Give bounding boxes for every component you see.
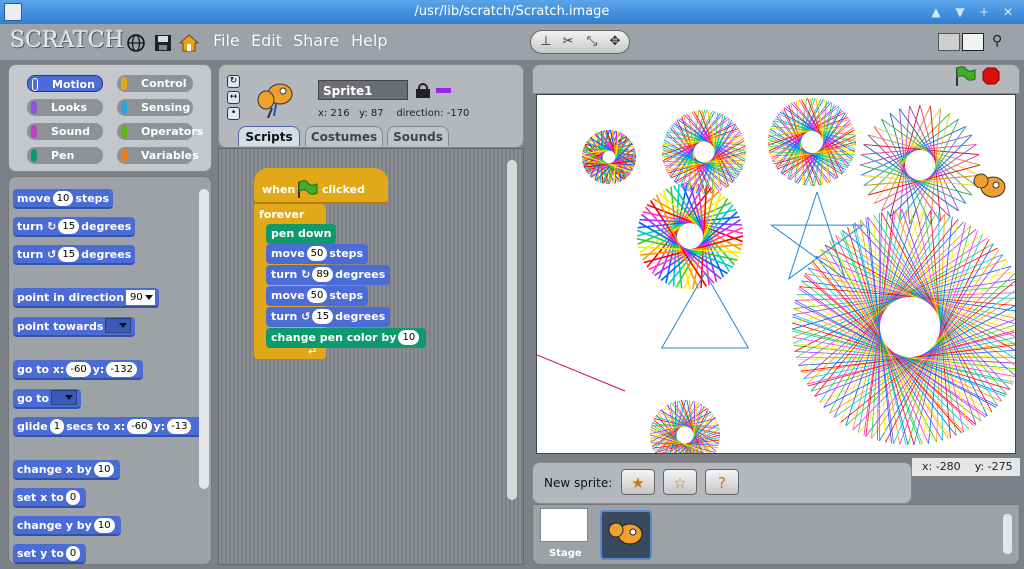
rotate-style-icon[interactable]: ↻ <box>227 75 240 88</box>
save-icon[interactable] <box>153 33 173 53</box>
normal-stage-button[interactable] <box>962 33 984 51</box>
pen-drawing <box>537 97 1015 453</box>
green-flag-icon <box>298 180 318 198</box>
block-change-y[interactable]: change y by 10 <box>13 516 121 536</box>
sprite-name-field[interactable]: Sprite1 <box>318 80 408 100</box>
tab-costumes[interactable]: Costumes <box>305 126 383 146</box>
grow-icon[interactable]: ⤡ <box>581 33 603 51</box>
stage-thumbnail[interactable] <box>540 508 588 542</box>
sprite1-thumbnail-icon <box>608 522 643 545</box>
maximize-button[interactable]: + <box>974 3 994 21</box>
random-sprite-icon[interactable]: ? <box>705 469 739 495</box>
globe-icon[interactable] <box>126 33 146 53</box>
when-flag-clicked-block[interactable]: when clicked <box>254 168 388 204</box>
shrink-icon[interactable]: ✥ <box>604 33 626 51</box>
category-sensing[interactable]: Sensing <box>117 99 193 116</box>
move-50-block-2[interactable]: move 50 steps <box>266 286 369 306</box>
block-glide[interactable]: glide 1 secs to x: -60 y: -13 <box>13 417 208 437</box>
new-sprite-label: New sprite: <box>544 476 613 490</box>
mouse-coords: x: -280 y: -275 <box>912 458 1020 476</box>
hat-label-when: when <box>262 183 296 196</box>
block-go-to[interactable]: go to <box>13 389 82 409</box>
app-icon <box>4 3 22 21</box>
sprite-on-stage[interactable] <box>971 169 1011 203</box>
pen-color-swatch <box>436 88 451 93</box>
scripts-scrollbar[interactable] <box>507 160 517 500</box>
scratch-logo: SCRATCH <box>10 28 124 53</box>
close-button[interactable]: ✕ <box>998 3 1018 21</box>
category-looks[interactable]: Looks <box>27 99 103 116</box>
forever-label: forever <box>259 208 305 221</box>
palette-scrollbar[interactable] <box>199 189 209 489</box>
hat-label-clicked: clicked <box>322 183 365 196</box>
change-pen-color-block[interactable]: change pen color by 10 <box>266 328 427 348</box>
block-point-in-direction[interactable]: point in direction 90 <box>13 288 159 308</box>
window-title: /usr/lib/scratch/Scratch.image <box>414 4 610 19</box>
sprite-tools: ⊥ ✂ ⤡ ✥ <box>530 30 630 54</box>
small-stage-button[interactable] <box>938 33 960 51</box>
stage[interactable] <box>536 94 1016 454</box>
move-50-block[interactable]: move 50 steps <box>266 244 369 264</box>
share-icon[interactable] <box>179 33 199 53</box>
sprite1-thumbnail[interactable] <box>600 510 652 560</box>
category-variables[interactable]: Variables <box>117 147 199 164</box>
choose-sprite-file-icon[interactable]: ☆ <box>663 469 697 495</box>
category-control[interactable]: Control <box>117 75 193 92</box>
tab-scripts[interactable]: Scripts <box>238 126 300 146</box>
stage-label: Stage <box>549 548 582 559</box>
category-motion[interactable]: Motion <box>27 75 103 92</box>
flip-style-icon[interactable]: ↔ <box>227 91 240 104</box>
category-operators[interactable]: Operators <box>117 123 203 140</box>
window-titlebar: /usr/lib/scratch/Scratch.image ▲ ▼ + ✕ <box>0 0 1024 24</box>
category-pen[interactable]: Pen <box>27 147 103 164</box>
green-flag-button[interactable] <box>954 66 976 86</box>
block-set-x[interactable]: set x to 0 <box>13 488 87 508</box>
pen-stroke <box>873 126 941 222</box>
stage-header <box>532 64 1020 94</box>
menu-share[interactable]: Share <box>293 31 339 50</box>
paint-new-sprite-icon[interactable]: ★ <box>621 469 655 495</box>
category-selector: Motion Control Looks Sensing Sound Opera… <box>8 64 212 172</box>
pen-line <box>537 354 626 392</box>
block-palette: move 10 steps turn ↻ 15 degrees turn ↺ 15 degr… <box>8 176 212 565</box>
unmaximize-button[interactable]: ▼ <box>950 3 970 21</box>
sprite-thumbnail-icon <box>257 83 293 119</box>
block-set-y[interactable]: set y to 0 <box>13 544 87 564</box>
scissors-icon[interactable]: ✂ <box>557 33 579 51</box>
stamp-icon[interactable]: ⊥ <box>535 33 557 51</box>
block-turn-right[interactable]: turn ↻ 15 degrees <box>13 217 136 237</box>
menu-help[interactable]: Help <box>351 31 387 50</box>
no-rotate-icon[interactable]: • <box>227 107 240 120</box>
block-move[interactable]: move 10 steps <box>13 189 114 209</box>
block-turn-left[interactable]: turn ↺ 15 degrees <box>13 245 136 265</box>
stop-button[interactable] <box>982 67 1000 85</box>
minimize-button[interactable]: ▲ <box>926 3 946 21</box>
turn-right-89-block[interactable]: turn ↻ 89 degrees <box>266 265 391 285</box>
category-sound[interactable]: Sound <box>27 123 103 140</box>
menu-file[interactable]: File <box>213 31 240 50</box>
block-go-to-xy[interactable]: go to x: -60 y: -132 <box>13 360 144 380</box>
tab-sounds[interactable]: Sounds <box>387 126 449 146</box>
sprite-list-scrollbar[interactable] <box>1003 514 1012 554</box>
presentation-mode-icon[interactable]: ⚲ <box>992 33 1012 51</box>
block-point-towards[interactable]: point towards <box>13 317 136 337</box>
turn-left-15-block[interactable]: turn ↺ 15 degrees <box>266 307 391 327</box>
sprite-coords: x: 216 y: 87 direction: -170 <box>318 108 470 119</box>
pen-down-block[interactable]: pen down <box>266 224 337 244</box>
block-change-x[interactable]: change x by 10 <box>13 460 121 480</box>
lock-body-icon <box>416 89 430 98</box>
menu-edit[interactable]: Edit <box>251 31 282 50</box>
